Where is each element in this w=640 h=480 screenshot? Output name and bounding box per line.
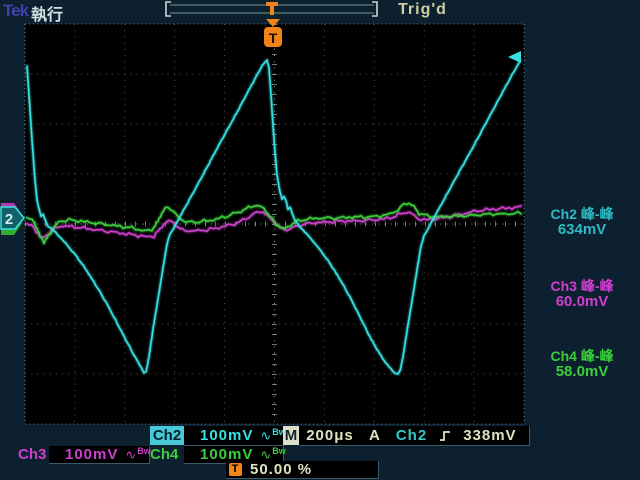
ch2-scale-value: 100mV [200,426,253,445]
trigger-position-icon: T [229,463,242,476]
trigger-system-label: A [369,426,380,445]
measurement-label: Ch3 峰-峰 [530,279,634,294]
ch2-scale-readout: 100mV ∿ Bw [184,426,284,446]
record-right-bracket [372,2,377,16]
trigger-source: Ch2 [396,426,427,445]
ch2-channel-badge: Ch2 [150,426,184,445]
acquisition-status: 執行 [31,1,63,25]
trigger-position-label: T [269,30,278,46]
record-left-bracket [166,2,171,16]
ch3-channel-label: Ch3 [18,446,46,463]
horizontal-position-readout: T 50.00 % [226,461,379,479]
waveform-display: T 2 [0,0,640,480]
rising-edge-icon [439,429,451,443]
record-view-bar [166,2,377,16]
tek-logo: Tek [3,1,28,21]
horizontal-position-value: 50.00 % [250,461,312,478]
measurement-value: 60.0mV [530,294,634,309]
ac-coupling-icon: ∿ [125,446,136,463]
ch3-scale-readout: 100mV ∿ Bw [49,446,150,464]
trigger-status: Trig'd [398,1,447,19]
ch4-channel-label: Ch4 [150,446,178,463]
measurement-ch2-peak-to-peak: Ch2 峰-峰 634mV [530,207,634,237]
measurement-label: Ch4 峰-峰 [530,349,634,364]
ch3-scale-value: 100mV [65,446,118,463]
timebase-readout: 200μs [299,426,362,446]
channel-position-markers: 2 [1,203,24,235]
trigger-readout: A Ch2 338mV [361,426,530,446]
measurement-ch3-peak-to-peak: Ch3 峰-峰 60.0mV [530,279,634,309]
oscilloscope-screen: T 2 Tek 執行 Trig'd Ch2 峰-峰 634mV Ch3 峰-峰 … [0,0,640,480]
bandwidth-limit-icon: Bw [272,443,286,460]
measurement-value: 58.0mV [530,364,634,379]
bandwidth-limit-icon: Bw [137,443,151,460]
measurement-label: Ch2 峰-峰 [530,207,634,222]
measurement-ch4-peak-to-peak: Ch4 峰-峰 58.0mV [530,349,634,379]
ch2-position-label: 2 [5,211,13,228]
trigger-position-marker: T [264,19,282,47]
measurement-value: 634mV [530,222,634,237]
trigger-level: 338mV [463,426,516,445]
ac-coupling-icon: ∿ [260,426,271,445]
